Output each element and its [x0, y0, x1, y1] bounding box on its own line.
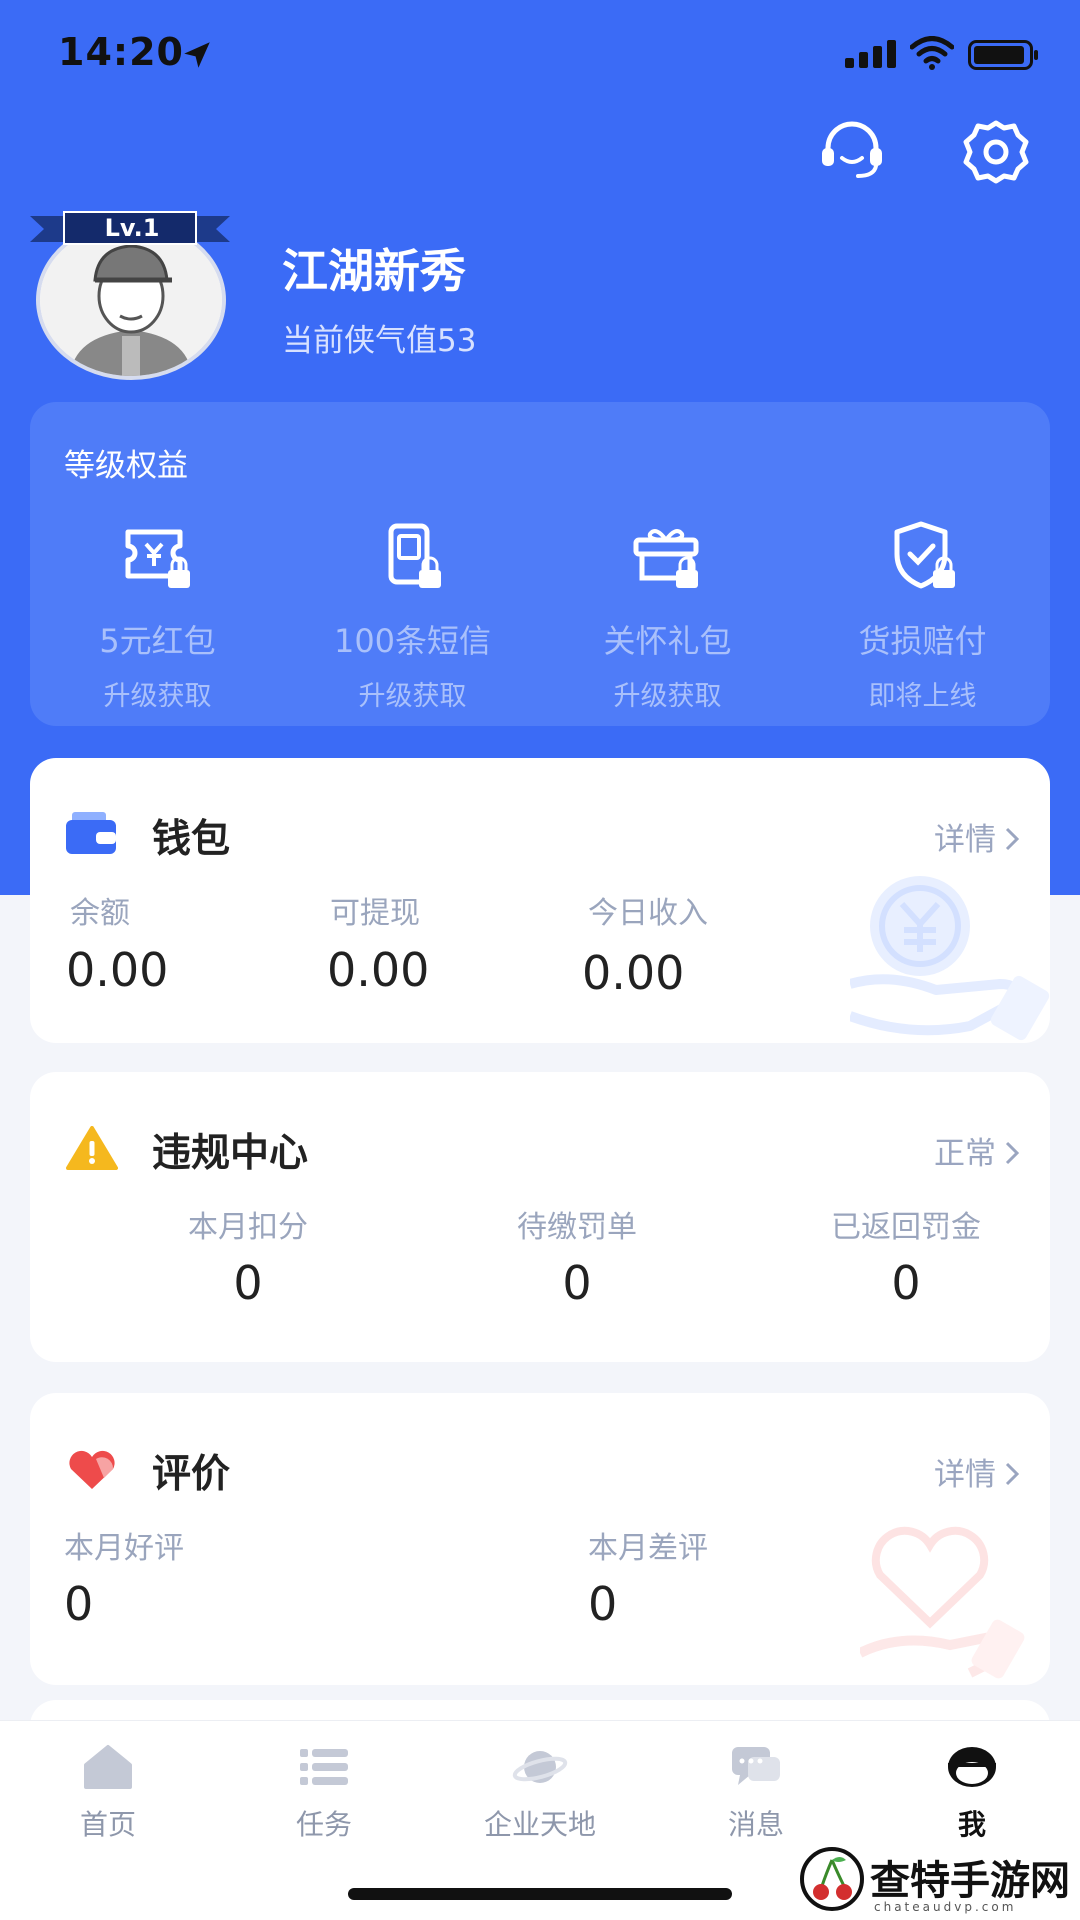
- status-bar: 14:20: [0, 0, 1080, 110]
- home-indicator: [348, 1888, 732, 1900]
- balance-label: 余额: [70, 896, 130, 931]
- location-arrow-icon: [184, 42, 210, 68]
- returned-fines-value: 0: [891, 1256, 921, 1310]
- settings-gear-icon[interactable]: [962, 118, 1030, 186]
- chevron-right-icon: [1005, 1141, 1020, 1165]
- wallet-detail-link[interactable]: 详情: [934, 814, 1020, 859]
- benefit-status: 升级获取: [358, 681, 467, 712]
- violation-center-card[interactable]: 违规中心 正常 本月扣分 0 待缴罚单 0 已返回罚金 0: [30, 1072, 1050, 1362]
- tab-messages[interactable]: 消息: [648, 1743, 864, 1843]
- red-packet-lock-icon: [125, 529, 190, 588]
- rating-detail-link[interactable]: 详情: [934, 1449, 1020, 1494]
- wallet-icon: [66, 812, 116, 854]
- level-badge: Lv.1: [104, 214, 160, 242]
- benefit-item-gift[interactable]: 关怀礼包 升级获取: [540, 520, 795, 713]
- tab-label: 我: [957, 1808, 986, 1841]
- withdrawable-label: 可提现: [330, 896, 420, 931]
- pending-tickets-value: 0: [562, 1256, 592, 1310]
- benefit-name: 货损赔付: [858, 622, 987, 660]
- wallet-detail-label: 详情: [934, 822, 996, 858]
- benefit-item-damage-compensation[interactable]: 货损赔付 即将上线: [795, 520, 1050, 713]
- rating-detail-label: 详情: [934, 1457, 996, 1493]
- violation-status-link[interactable]: 正常: [934, 1128, 1020, 1173]
- tab-enterprise[interactable]: 企业天地: [432, 1743, 648, 1843]
- home-icon: [84, 1745, 132, 1789]
- rating-card[interactable]: 评价 详情 本月好评 0 本月差评 0: [30, 1393, 1050, 1685]
- month-points-label: 本月扣分: [188, 1210, 308, 1245]
- sms-lock-icon: [388, 523, 441, 588]
- benefit-status: 即将上线: [868, 681, 977, 712]
- chat-icon: [732, 1747, 780, 1785]
- watermark-text: 查特手游网: [870, 1857, 1070, 1904]
- returned-fines-label: 已返回罚金: [831, 1210, 981, 1245]
- signal-icon: [845, 40, 896, 68]
- bad-reviews-value: 0: [588, 1577, 618, 1631]
- balance-value: 0.00: [66, 943, 169, 997]
- battery-icon: [968, 40, 1038, 70]
- withdrawable-value: 0.00: [327, 943, 430, 997]
- status-time: 14:20: [58, 30, 184, 74]
- tab-label: 首页: [79, 1808, 136, 1841]
- cherry-logo-icon: [800, 1847, 864, 1911]
- bad-reviews-label: 本月差评: [588, 1531, 708, 1566]
- benefit-name: 100条短信: [333, 622, 492, 660]
- chevron-right-icon: [1005, 827, 1020, 851]
- heart-hand-deco-icon: [860, 1526, 1025, 1679]
- profile-icon: [948, 1747, 996, 1787]
- pending-tickets-label: 待缴罚单: [517, 1210, 637, 1245]
- benefits-title: 等级权益: [64, 448, 188, 484]
- today-income-label: 今日收入: [588, 896, 708, 931]
- avatar-block[interactable]: Lv.1: [30, 205, 230, 380]
- benefit-status: 升级获取: [613, 681, 722, 712]
- tab-label: 任务: [295, 1808, 352, 1841]
- shield-lock-icon: [894, 521, 955, 589]
- today-income-value: 0.00: [582, 946, 685, 1000]
- chevron-right-icon: [1005, 1462, 1020, 1486]
- site-watermark: 查特手游网 chateaudvp.com: [800, 1846, 1072, 1916]
- wifi-icon: [910, 36, 954, 70]
- planet-icon: [512, 1751, 568, 1783]
- benefit-name: 5元红包: [99, 622, 216, 660]
- good-reviews-label: 本月好评: [64, 1531, 184, 1566]
- benefit-item-red-packet[interactable]: 5元红包 升级获取: [30, 520, 285, 713]
- rating-title: 评价: [152, 1452, 231, 1497]
- nickname: 江湖新秀: [282, 244, 466, 298]
- list-icon: [300, 1749, 348, 1785]
- watermark-url: chateaudvp.com: [874, 1900, 1017, 1914]
- customer-service-icon[interactable]: [818, 120, 886, 180]
- violation-title: 违规中心: [152, 1131, 309, 1176]
- benefit-name: 关怀礼包: [603, 622, 732, 660]
- tab-me[interactable]: 我: [864, 1743, 1080, 1843]
- month-points-value: 0: [233, 1256, 263, 1310]
- wallet-card[interactable]: 钱包 详情 余额 0.00 可提现 0.00 今日收入 0.00: [30, 758, 1050, 1043]
- xiaqi-value: 当前侠气值53: [282, 323, 477, 359]
- benefit-status: 升级获取: [103, 681, 212, 712]
- violation-status-label: 正常: [934, 1136, 996, 1172]
- gift-lock-icon: [633, 529, 698, 588]
- good-reviews-value: 0: [64, 1577, 94, 1631]
- wallet-title: 钱包: [152, 817, 231, 862]
- benefit-item-sms[interactable]: 100条短信 升级获取: [285, 520, 540, 713]
- tab-tasks[interactable]: 任务: [216, 1743, 432, 1843]
- warning-icon: [66, 1126, 118, 1170]
- yen-coin-hand-icon: [850, 876, 1050, 1041]
- heart-icon: [69, 1450, 115, 1489]
- tab-label: 消息: [727, 1808, 784, 1841]
- tab-home[interactable]: 首页: [0, 1743, 216, 1843]
- tab-label: 企业天地: [483, 1808, 596, 1841]
- level-benefits-card: 等级权益 5元红包 升级获取 100条短信 升级获取 关怀礼包 升级获取 货损赔…: [30, 402, 1050, 726]
